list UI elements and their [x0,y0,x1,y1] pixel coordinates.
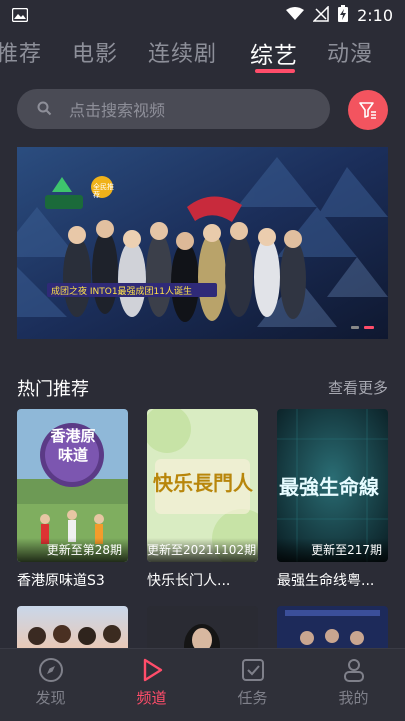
card-title: 快乐长门人... [147,573,231,589]
update-badge: 更新至第28期 [17,538,128,562]
card-title: 香港原味道S3 [17,573,105,589]
pagination-dot-active [364,326,374,329]
banner-image [17,147,388,339]
pagination-dot [351,326,359,329]
battery-charging-icon [338,5,349,26]
poster-title-art: 香港原味道 [50,427,96,464]
tab-recommend[interactable]: 推荐 [0,36,42,68]
search-icon [37,101,52,116]
poster-title-art: 最強生命線 [279,475,379,499]
play-icon [143,658,163,682]
nav-channel[interactable]: 频道 [101,649,202,721]
nav-label: 任务 [237,689,268,707]
video-card[interactable]: 最強生命線 更新至217期 最强生命线粤... [277,409,388,590]
banner-caption: 成团之夜 INTO1最强成团11人诞生 [51,287,193,297]
update-badge: 更新至20211102期 [147,538,258,562]
update-badge: 更新至217期 [277,538,388,562]
section-title: 热门推荐 [17,379,89,400]
active-tab-indicator [255,69,295,73]
video-card[interactable]: 香港原味道 更新至第28期 香港原味道S3 [17,409,128,590]
filter-button[interactable] [348,90,388,130]
user-icon [344,659,364,682]
banner-logo-text: 全民推荐 [93,183,114,199]
bottom-navigation: 发现 频道 任务 我的 [0,648,405,721]
featured-banner[interactable]: 全民推荐 成团之夜 INTO1最强成团11人诞生 [17,147,388,339]
tab-series[interactable]: 连续剧 [148,36,217,68]
nav-profile[interactable]: 我的 [303,649,404,721]
see-more-link[interactable]: 查看更多 [328,377,388,398]
nav-discover[interactable]: 发现 [0,649,101,721]
status-time: 2:10 [357,6,393,25]
card-poster: 快乐長門人 更新至20211102期 [147,409,258,562]
filter-icon [359,102,376,119]
tab-movies[interactable]: 电影 [72,36,118,68]
video-card-partial[interactable] [17,606,128,648]
banner-pagination [351,326,374,329]
tab-variety[interactable]: 综艺 [250,36,298,70]
video-card-partial[interactable] [147,606,258,648]
search-bar[interactable] [17,89,330,129]
signal-off-icon [312,4,329,26]
video-card-partial[interactable] [277,606,388,648]
video-card[interactable]: 快乐長門人 更新至20211102期 快乐长门人... [147,409,258,590]
image-notification-icon [11,7,29,26]
compass-icon [39,658,63,682]
status-bar: 2:10 [0,0,405,30]
nav-label: 我的 [338,689,369,707]
tab-anime[interactable]: 动漫 [327,36,373,68]
nav-label: 发现 [35,689,66,707]
task-check-icon [242,659,264,681]
card-poster: 香港原味道 更新至第28期 [17,409,128,562]
card-poster: 最強生命線 更新至217期 [277,409,388,562]
wifi-icon [286,6,305,25]
poster-title-art: 快乐長門人 [153,471,253,495]
category-tabs: 推荐 电影 连续剧 综艺 动漫 [0,32,405,76]
card-title: 最强生命线粤... [277,573,375,589]
nav-label: 频道 [136,689,167,707]
nav-tasks[interactable]: 任务 [202,649,303,721]
search-input[interactable] [67,97,321,123]
